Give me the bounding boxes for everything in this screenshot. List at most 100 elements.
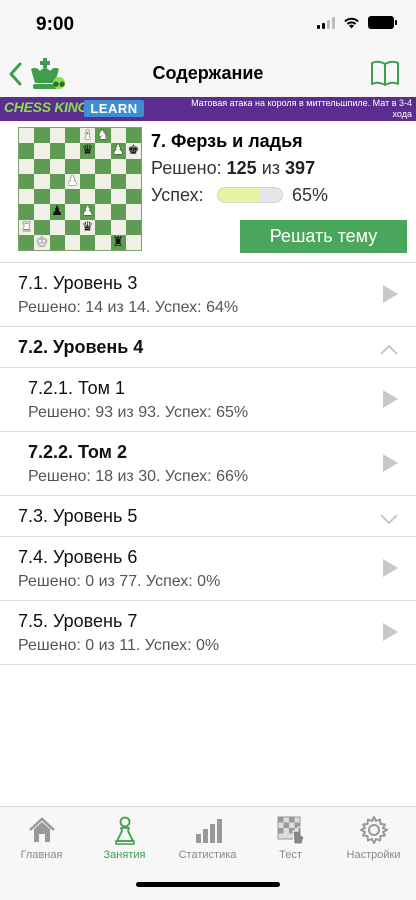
page-title: Содержание (152, 63, 264, 83)
board-square (19, 173, 35, 189)
board-square (125, 204, 141, 220)
board-square (95, 143, 111, 159)
level-stats: Решено: 18 из 30. Успех: 66% (28, 468, 249, 485)
tab-label: Главная (20, 849, 63, 861)
tab-label: Занятия (103, 849, 146, 861)
level-stats: Решено: 0 из 77. Успех: 0% (18, 573, 221, 590)
level-list-item[interactable]: 7.5. Уровень 7 Решено: 0 из 11. Успех: 0% (0, 601, 416, 665)
play-arrow-icon[interactable] (383, 454, 398, 472)
level-title: 7.2.2. Том 2 (28, 442, 127, 462)
board-square (34, 219, 50, 235)
play-arrow-icon[interactable] (383, 390, 398, 408)
board-square (95, 173, 111, 189)
level-title: 7.2.1. Том 1 (28, 378, 126, 398)
book-button[interactable] (370, 59, 400, 92)
board-square (110, 173, 126, 189)
theme-title: 7. Ферзь и ладья (151, 131, 303, 151)
battery-icon (368, 16, 397, 29)
play-arrow-icon[interactable] (383, 285, 398, 303)
level-stats: Решено: 0 из 11. Успех: 0% (18, 637, 220, 654)
bar-chart-icon (195, 819, 222, 843)
black-piece-icon: ♛ (81, 219, 94, 235)
home-icon (28, 817, 55, 842)
board-square (64, 143, 80, 159)
level-stats: Решено: 14 из 14. Успех: 64% (18, 299, 239, 316)
success-progress-bar (217, 187, 283, 203)
black-piece-icon: ♛ (81, 143, 94, 159)
white-piece-icon: ♟ (81, 204, 94, 220)
book-icon (371, 60, 399, 86)
level-list-item[interactable]: 7.2.2. Том 2 Решено: 18 из 30. Успех: 66% (0, 432, 416, 496)
board-square (34, 143, 50, 159)
level-title: 7.2. Уровень 4 (18, 337, 144, 357)
board-square: ♟ (49, 204, 65, 220)
play-arrow-icon[interactable] (383, 623, 398, 641)
board-square (34, 158, 50, 174)
navigation-bar: ●● Содержание (0, 50, 416, 97)
white-piece-icon: ♝ (81, 128, 94, 144)
tab-lessons[interactable]: Занятия (83, 815, 166, 871)
chevron-up-icon[interactable] (380, 342, 398, 360)
level-list-item[interactable]: 7.1. Уровень 3 Решено: 14 из 14. Успех: 6… (0, 263, 416, 327)
level-list-item[interactable]: 7.4. Уровень 6 Решено: 0 из 77. Успех: 0% (0, 537, 416, 601)
board-square: ♜ (19, 219, 35, 235)
board-square (19, 204, 35, 220)
board-square (125, 128, 141, 144)
tab-test[interactable]: Тест (249, 815, 332, 871)
status-icons (317, 16, 397, 29)
solved-label: Решено: (151, 158, 222, 178)
board-square: ♛ (80, 143, 96, 159)
pawn-icon (114, 816, 135, 845)
board-square (64, 234, 80, 250)
solved-of: из (261, 158, 281, 178)
level-list-item[interactable]: 7.3. Уровень 5 (0, 496, 416, 537)
banner-logo: CHESS KING (4, 99, 89, 115)
black-piece-icon: ♚ (127, 143, 140, 159)
board-square (110, 204, 126, 220)
board-square (95, 189, 111, 205)
black-piece-icon: ♜ (112, 234, 124, 250)
level-title: 7.4. Уровень 6 (18, 547, 138, 567)
board-square (64, 189, 80, 205)
white-piece-icon: ♞ (97, 128, 109, 144)
chevron-down-icon[interactable] (380, 511, 398, 529)
board-square: ♟ (80, 204, 96, 220)
tab-home[interactable]: Главная (0, 815, 83, 871)
board-square (125, 189, 141, 205)
board-square: ♚ (34, 234, 50, 250)
board-square (80, 158, 96, 174)
status-bar: 9:00 (0, 0, 416, 50)
theme-solved-stat: Решено: 125 из 397 (151, 158, 315, 179)
chessboard-preview: ♝ ♞ ♛ ♟ ♚ ♟ ♟ ♟ ♜ ♛ ♚ ♜ (18, 127, 142, 251)
board-square (49, 128, 65, 144)
play-arrow-icon[interactable] (383, 559, 398, 577)
board-square: ♝ (80, 128, 96, 144)
board-square (80, 234, 96, 250)
board-square (125, 173, 141, 189)
gear-icon (359, 816, 388, 844)
board-square (49, 219, 65, 235)
level-stats: Решено: 93 из 93. Успех: 65% (28, 404, 249, 421)
solved-count: 125 (226, 158, 257, 178)
tab-settings[interactable]: Настройки (332, 815, 415, 871)
board-square: ♟ (110, 143, 126, 159)
level-list-item[interactable]: 7.2.1. Том 1 Решено: 93 из 93. Успех: 65% (0, 368, 416, 432)
board-square (19, 189, 35, 205)
course-banner[interactable]: CHESS KING LEARN Матовая атака на короля… (0, 97, 416, 121)
board-square (80, 173, 96, 189)
solve-theme-button[interactable]: Решать тему (240, 220, 407, 253)
board-square (49, 158, 65, 174)
board-square: ♚ (125, 143, 141, 159)
level-list-item[interactable]: 7.2. Уровень 4 (0, 327, 416, 368)
home-indicator (136, 882, 280, 887)
board-square (95, 158, 111, 174)
black-piece-icon: ♟ (51, 204, 63, 220)
board-square (110, 219, 126, 235)
board-square (95, 234, 111, 250)
board-square (34, 173, 50, 189)
board-square (64, 204, 80, 220)
tab-statistics[interactable]: Статистика (166, 815, 249, 871)
board-square (49, 173, 65, 189)
white-piece-icon: ♜ (20, 219, 33, 235)
board-square (64, 128, 80, 144)
